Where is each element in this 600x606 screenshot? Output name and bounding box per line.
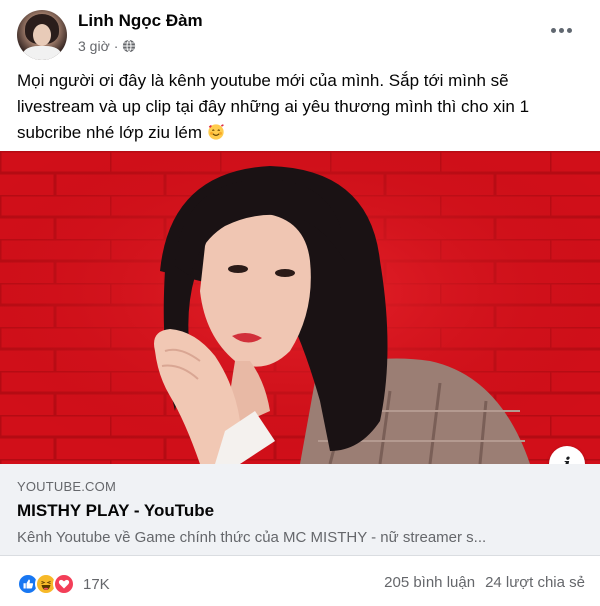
more-dot: [550, 27, 556, 33]
post-text: Mọi người ơi đây là kênh youtube mới của…: [17, 71, 530, 142]
post-text-block: Mọi người ơi đây là kênh youtube mới của…: [17, 68, 585, 146]
meta-separator: ·: [113, 38, 119, 54]
reaction-count: 17K: [83, 575, 110, 593]
link-preview-card[interactable]: YOUTUBE.COM MISTHY PLAY - YouTube Kênh Y…: [0, 464, 600, 556]
more-dot: [558, 27, 564, 33]
link-title[interactable]: MISTHY PLAY - YouTube: [17, 501, 214, 521]
love-icon: [53, 573, 75, 595]
comment-count[interactable]: 205 bình luận: [384, 574, 475, 591]
link-domain: YOUTUBE.COM: [17, 479, 116, 494]
author-name[interactable]: Linh Ngọc Đàm: [78, 11, 203, 31]
facebook-post: Linh Ngọc Đàm 3 giờ · Mọi người ơi đây l…: [0, 0, 600, 606]
post-meta: 3 giờ ·: [78, 38, 136, 54]
more-options-icon[interactable]: [546, 18, 576, 42]
more-dot: [566, 27, 572, 33]
engagement-stats: 205 bình luận 24 lượt chia sẻ: [384, 574, 585, 591]
avatar-face: [33, 24, 51, 46]
smiling-face-with-hearts-icon: [208, 124, 224, 140]
author-avatar[interactable]: [17, 10, 67, 60]
link-description: Kênh Youtube về Game chính thức của MC M…: [17, 529, 487, 546]
portrait-photo: [0, 151, 600, 464]
globe-icon[interactable]: [122, 39, 136, 53]
post-time[interactable]: 3 giờ: [78, 38, 110, 54]
avatar-body: [23, 46, 61, 60]
link-preview-image[interactable]: [0, 151, 600, 464]
reactions-summary[interactable]: 17K: [17, 572, 110, 596]
share-count[interactable]: 24 lượt chia sẻ: [485, 574, 585, 591]
